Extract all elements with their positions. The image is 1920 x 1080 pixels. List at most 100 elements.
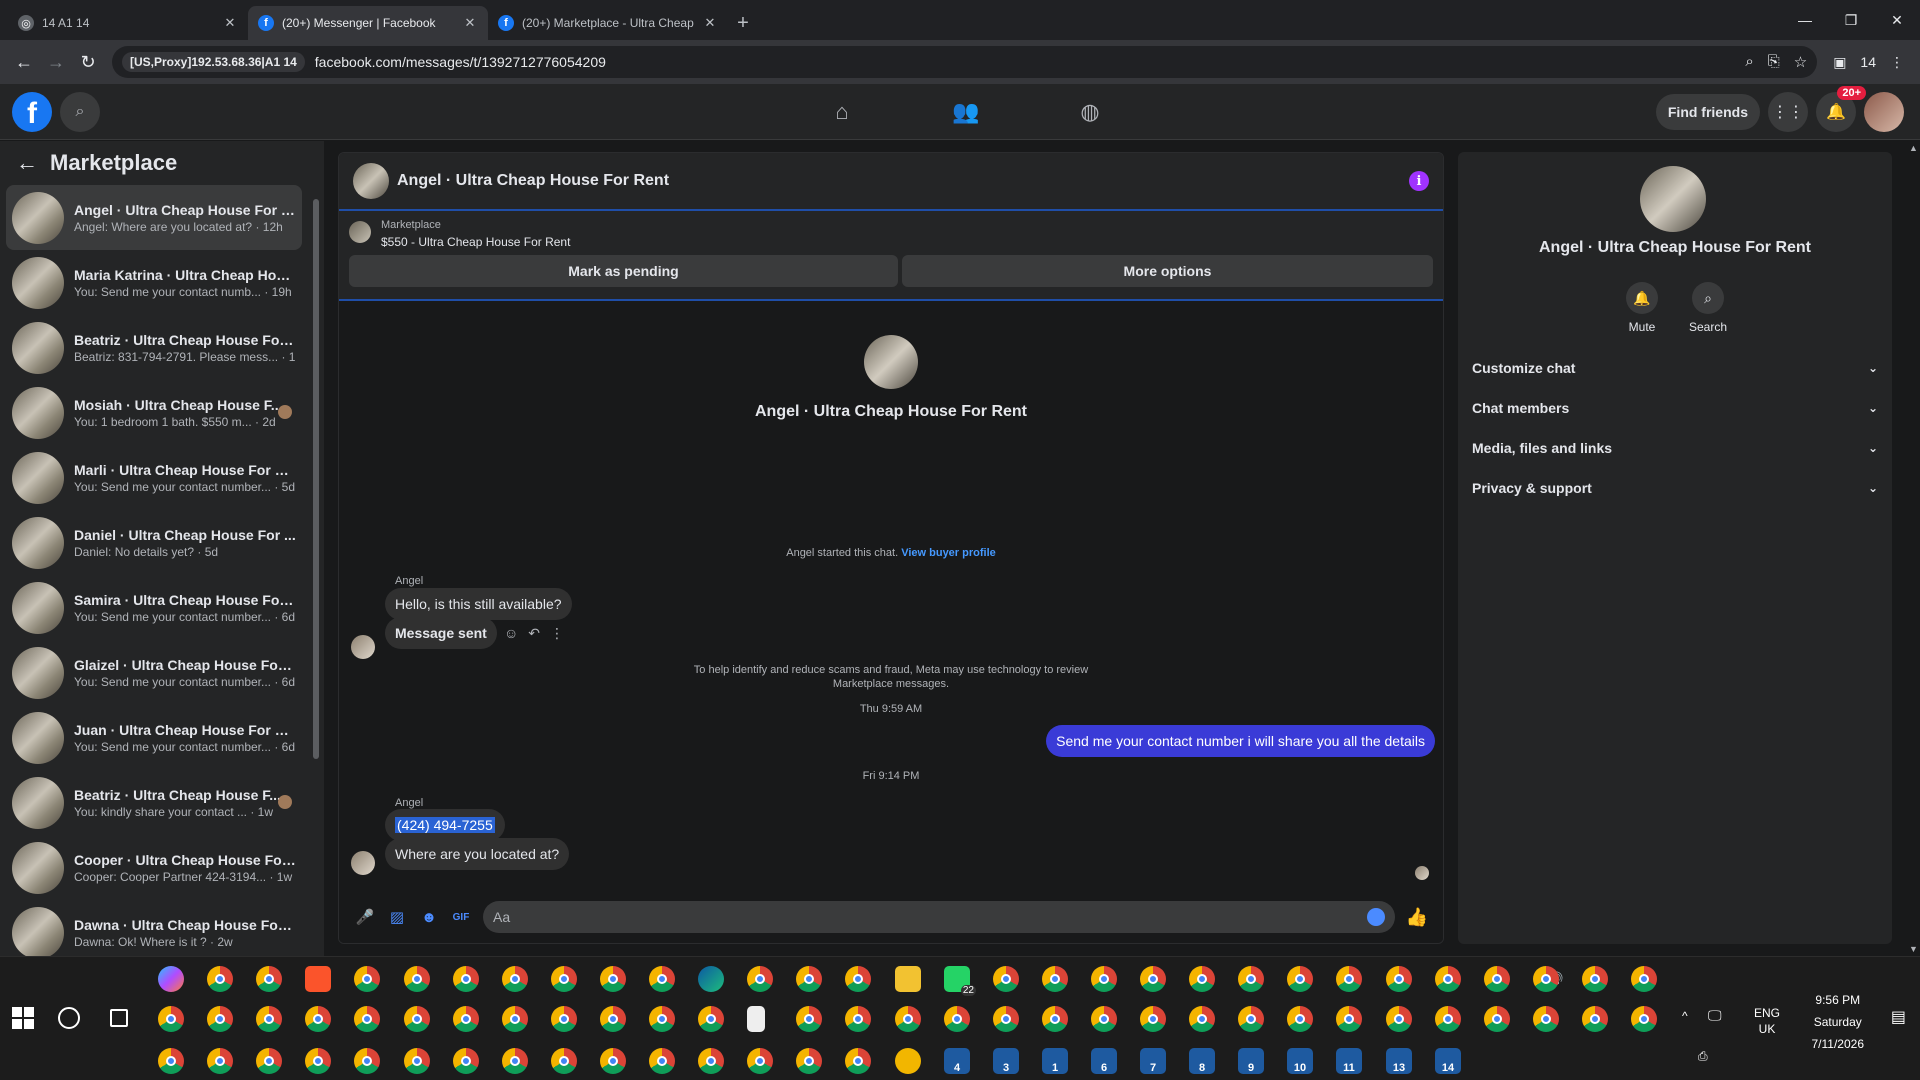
chrome-profile-icon[interactable] — [600, 1048, 626, 1074]
chrome-profile-icon[interactable] — [747, 1048, 773, 1074]
new-tab-button[interactable]: + — [728, 6, 758, 40]
chrome-profile-icon[interactable] — [1091, 966, 1117, 992]
x-app-icon[interactable] — [895, 1048, 921, 1074]
buyer-avatar[interactable] — [864, 335, 918, 389]
phone-number-link[interactable]: (424) 494-7255 — [395, 817, 495, 833]
my-message-bubble[interactable]: Send me your contact number i will share… — [1046, 725, 1435, 757]
chrome-profile-icon[interactable] — [207, 1048, 233, 1074]
chrome-profile-icon[interactable] — [1140, 966, 1166, 992]
photo-icon[interactable]: ▨ — [381, 901, 413, 933]
conversation-item[interactable]: Daniel · Ultra Cheap House For ... Daniel… — [6, 510, 302, 575]
search-button[interactable]: ⌕ Search — [1689, 282, 1727, 334]
chrome-profile-icon[interactable] — [354, 966, 380, 992]
chrome-profile-icon[interactable] — [698, 1006, 724, 1032]
chrome-profile-icon[interactable] — [600, 966, 626, 992]
chrome-profile-icon[interactable] — [1582, 966, 1608, 992]
chrome-profile-icon[interactable] — [305, 1048, 331, 1074]
chrome-profile-icon[interactable] — [1287, 1006, 1313, 1032]
more-options-button[interactable]: More options — [901, 255, 1433, 287]
chat-title[interactable]: Angel · Ultra Cheap House For Rent — [397, 172, 1409, 190]
network-icon[interactable]: 🖵 — [1708, 1007, 1722, 1024]
conversation-item[interactable]: Beatriz · Ultra Cheap House F... You: kin… — [6, 770, 302, 835]
chrome-profile-icon[interactable] — [1582, 1006, 1608, 1032]
listing-thumbnail[interactable] — [349, 221, 371, 243]
chevron-down-icon[interactable]: ⌄ — [1868, 361, 1878, 375]
chrome-profile-icon[interactable] — [158, 1048, 184, 1074]
search-icon[interactable]: ⌕ — [1692, 282, 1724, 314]
conversation-item[interactable]: Juan · Ultra Cheap House For Re... You: S… — [6, 705, 302, 770]
mark-as-pending-button[interactable]: Mark as pending — [349, 255, 898, 287]
forward-icon[interactable]: → — [40, 46, 72, 78]
sticker-icon[interactable]: ☻ — [413, 901, 445, 933]
minimize-icon[interactable]: — — [1782, 0, 1828, 40]
menu-grid-icon[interactable]: ⋮⋮ — [1768, 92, 1808, 132]
close-icon[interactable]: ✕ — [702, 15, 718, 31]
restore-icon[interactable]: ❐ — [1828, 0, 1874, 40]
chrome-profile-icon[interactable] — [551, 1006, 577, 1032]
chrome-profile-icon[interactable] — [305, 1006, 331, 1032]
numbered-app-icon[interactable]: 8 — [1189, 1048, 1215, 1074]
account-avatar[interactable] — [1864, 92, 1904, 132]
url-text[interactable]: facebook.com/messages/t/1392712776054209 — [315, 54, 606, 70]
chrome-profile-icon[interactable] — [600, 1006, 626, 1032]
chrome-profile-icon[interactable] — [1386, 1006, 1412, 1032]
edge-icon[interactable] — [698, 966, 724, 992]
react-emoji-icon[interactable]: ☺ — [504, 625, 518, 642]
chrome-profile-icon[interactable] — [649, 966, 675, 992]
chrome-profile-icon[interactable] — [256, 966, 282, 992]
language-indicator[interactable]: ENG UK — [1754, 1005, 1780, 1037]
windows-start-icon[interactable] — [12, 1007, 34, 1029]
menu-icon[interactable]: ⋮ — [1890, 54, 1904, 71]
chrome-profile-icon[interactable] — [1238, 966, 1264, 992]
address-bar[interactable]: [US,Proxy]192.53.68.36|A1 14 facebook.co… — [112, 46, 1818, 78]
chrome-profile-icon[interactable] — [944, 1006, 970, 1032]
tab-3[interactable]: f (20+) Marketplace - Ultra Cheap ✕ — [488, 6, 728, 40]
copilot-icon[interactable] — [158, 966, 184, 992]
chrome-profile-icon[interactable] — [502, 966, 528, 992]
search-icon[interactable]: ⌕ — [60, 91, 100, 132]
close-icon[interactable]: ✕ — [462, 15, 478, 31]
chrome-profile-icon[interactable] — [895, 1006, 921, 1032]
info-section-item[interactable]: Privacy & support ⌄ — [1468, 468, 1882, 508]
chrome-profile-icon[interactable] — [698, 1048, 724, 1074]
notifications-bell-icon[interactable]: 🔔 20+ — [1816, 86, 1866, 132]
more-actions-icon[interactable]: ⋮ — [550, 625, 564, 642]
chrome-profile-icon[interactable] — [796, 1048, 822, 1074]
chrome-profile-icon[interactable] — [1533, 1006, 1559, 1032]
chrome-profile-icon[interactable] — [1631, 1006, 1657, 1032]
home-icon[interactable]: ⌂ — [780, 84, 904, 140]
chrome-profile-icon[interactable] — [158, 1006, 184, 1032]
chrome-profile-icon[interactable] — [649, 1006, 675, 1032]
chevron-down-icon[interactable]: ⌄ — [1868, 441, 1878, 455]
numbered-app-icon[interactable]: 9 — [1238, 1048, 1264, 1074]
conversation-item[interactable]: Cooper · Ultra Cheap House For... Cooper:… — [6, 835, 302, 900]
listing-title[interactable]: $550 - Ultra Cheap House For Rent — [381, 235, 570, 249]
chrome-profile-icon[interactable] — [796, 966, 822, 992]
chrome-profile-icon[interactable] — [551, 966, 577, 992]
chrome-profile-icon[interactable] — [207, 966, 233, 992]
microphone-icon[interactable]: 🎤 — [349, 901, 381, 933]
conversation-item[interactable]: Glaizel · Ultra Cheap House For ... You: … — [6, 640, 302, 705]
scroll-up-icon[interactable]: ▲ — [1909, 143, 1918, 153]
chevron-down-icon[interactable]: ⌄ — [1868, 481, 1878, 495]
thumbs-up-icon[interactable]: 👍 — [1401, 901, 1433, 933]
chrome-profile-icon[interactable] — [256, 1048, 282, 1074]
conversation-item[interactable]: Maria Katrina · Ultra Cheap Hou... You: S… — [6, 250, 302, 315]
task-view-icon[interactable] — [110, 1009, 128, 1027]
chrome-profile-icon[interactable] — [1140, 1006, 1166, 1032]
brave-icon[interactable] — [305, 966, 331, 992]
conversation-item[interactable]: Mosiah · Ultra Cheap House F... You: 1 be… — [6, 380, 302, 445]
back-icon[interactable]: ← — [8, 46, 40, 78]
chrome-profile-icon[interactable] — [845, 1006, 871, 1032]
info-icon[interactable]: i — [1409, 171, 1429, 191]
conversation-item[interactable]: Samira · Ultra Cheap House For ... You: S… — [6, 575, 302, 640]
chrome-profile-icon[interactable] — [649, 1048, 675, 1074]
scroll-down-icon[interactable]: ▼ — [1909, 944, 1918, 954]
reply-icon[interactable]: ↶ — [528, 625, 540, 642]
message-bubble[interactable]: Message sent — [385, 617, 497, 649]
chrome-profile-icon[interactable] — [1238, 1006, 1264, 1032]
chrome-profile-icon[interactable] — [1336, 1006, 1362, 1032]
notification-center-icon[interactable]: ▤ — [1891, 1007, 1906, 1027]
numbered-app-icon[interactable]: 3 — [993, 1048, 1019, 1074]
numbered-app-icon[interactable]: 14 — [1435, 1048, 1461, 1074]
